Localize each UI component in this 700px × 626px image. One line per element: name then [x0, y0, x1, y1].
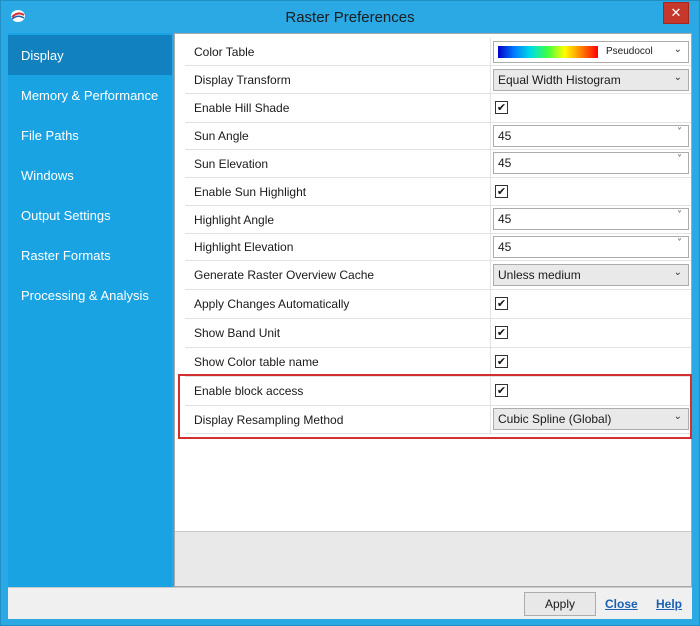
sidebar-item-label: Display [21, 47, 64, 63]
color-table-label: Color Table [194, 44, 255, 59]
row-sun-angle: Sun Angle 45 ˅ [185, 123, 691, 150]
sidebar-item-label: Memory & Performance [21, 87, 159, 103]
color-ramp-swatch [498, 46, 598, 58]
enable-sun-highlight-checkbox[interactable]: ✔ [495, 185, 508, 198]
sidebar-item-label: Raster Formats [21, 247, 111, 263]
display-transform-value: Equal Width Histogram [498, 73, 621, 87]
highlight-angle-input[interactable]: 45 ˅ [493, 208, 689, 230]
sidebar-item-processing-analysis[interactable]: Processing & Analysis [8, 275, 172, 315]
highlight-angle-value: 45 [498, 212, 512, 226]
sun-elevation-value: 45 [498, 156, 512, 170]
dialog-footer: Apply Close Help [8, 587, 692, 619]
sidebar-item-label: Processing & Analysis [21, 287, 149, 303]
row-apply-auto: Apply Changes Automatically ✔ [185, 290, 691, 319]
window-title: Raster Preferences [285, 9, 415, 26]
show-color-table-name-label: Show Color table name [194, 355, 319, 369]
spin-down-icon: ˅ [677, 127, 682, 138]
sun-angle-label: Sun Angle [194, 129, 249, 143]
sun-elevation-input[interactable]: 45 ˅ [493, 152, 689, 174]
show-band-unit-checkbox[interactable]: ✔ [495, 326, 508, 339]
sidebar-item-label: File Paths [21, 127, 79, 143]
column-divider [490, 234, 491, 260]
column-divider [490, 348, 491, 376]
settings-panel: Color Table Pseudocol ⌄ Display Transfor… [174, 33, 692, 587]
spin-down-icon: ˅ [677, 154, 682, 165]
property-grid: Color Table Pseudocol ⌄ Display Transfor… [175, 34, 691, 531]
chevron-down-icon: ⌄ [673, 267, 682, 278]
row-show-color-table-name: Show Color table name ✔ [185, 348, 691, 377]
row-display-transform: Display Transform Equal Width Histogram … [185, 66, 691, 94]
column-divider [490, 319, 491, 347]
window-close-button[interactable]: ✕ [663, 2, 689, 24]
close-link[interactable]: Close [605, 597, 638, 611]
highlight-elevation-label: Highlight Elevation [194, 240, 294, 254]
raster-preferences-window: Raster Preferences ✕ Display Memory & Pe… [0, 0, 700, 626]
show-color-table-name-checkbox[interactable]: ✔ [495, 355, 508, 368]
enable-sun-highlight-label: Enable Sun Highlight [194, 184, 307, 199]
row-enable-hill-shade: Enable Hill Shade ✔ [185, 94, 691, 123]
column-divider [490, 206, 491, 233]
description-area [175, 531, 691, 586]
help-link[interactable]: Help [656, 597, 682, 611]
close-icon: ✕ [670, 5, 682, 21]
column-divider [490, 261, 491, 289]
color-table-dropdown[interactable]: Pseudocol ⌄ [493, 41, 689, 63]
sidebar: Display Memory & Performance File Paths … [8, 33, 172, 587]
sidebar-item-label: Windows [21, 167, 74, 183]
spin-down-icon: ˅ [677, 238, 682, 249]
apply-button[interactable]: Apply [524, 592, 596, 616]
row-sun-elevation: Sun Elevation 45 ˅ [185, 150, 691, 178]
color-table-value: Pseudocol [606, 46, 653, 57]
row-highlight-angle: Highlight Angle 45 ˅ [185, 206, 691, 234]
enable-hill-shade-label: Enable Hill Shade [194, 101, 290, 115]
overview-cache-value: Unless medium [498, 268, 581, 282]
highlight-elevation-input[interactable]: 45 ˅ [493, 236, 689, 258]
column-divider [490, 150, 491, 177]
sidebar-item-memory-performance[interactable]: Memory & Performance [8, 75, 172, 115]
column-divider [490, 94, 491, 122]
row-highlight-elevation: Highlight Elevation 45 ˅ [185, 234, 691, 261]
sun-elevation-label: Sun Elevation [194, 156, 269, 171]
sidebar-item-raster-formats[interactable]: Raster Formats [8, 235, 172, 275]
row-show-band-unit: Show Band Unit ✔ [185, 319, 691, 348]
column-divider [490, 290, 491, 318]
enable-hill-shade-checkbox[interactable]: ✔ [495, 101, 508, 114]
chevron-down-icon: ⌄ [673, 44, 682, 55]
sidebar-item-file-paths[interactable]: File Paths [8, 115, 172, 155]
row-enable-sun-highlight: Enable Sun Highlight ✔ [185, 178, 691, 206]
apply-auto-checkbox[interactable]: ✔ [495, 297, 508, 310]
spin-down-icon: ˅ [677, 210, 682, 221]
sidebar-item-output-settings[interactable]: Output Settings [8, 195, 172, 235]
sidebar-item-windows[interactable]: Windows [8, 155, 172, 195]
overview-cache-dropdown[interactable]: Unless medium ⌄ [493, 264, 689, 286]
row-overview-cache: Generate Raster Overview Cache Unless me… [185, 261, 691, 290]
column-divider [490, 123, 491, 149]
sun-angle-value: 45 [498, 129, 512, 143]
column-divider [490, 66, 491, 93]
highlight-angle-label: Highlight Angle [194, 212, 275, 227]
highlight-elevation-value: 45 [498, 240, 512, 254]
show-band-unit-label: Show Band Unit [194, 326, 281, 340]
display-transform-dropdown[interactable]: Equal Width Histogram ⌄ [493, 69, 689, 91]
column-divider [490, 38, 491, 65]
chevron-down-icon: ⌄ [673, 72, 682, 83]
row-color-table: Color Table Pseudocol ⌄ [185, 38, 691, 66]
sun-angle-input[interactable]: 45 ˅ [493, 125, 689, 147]
display-transform-label: Display Transform [194, 72, 291, 87]
highlight-annotation-box [178, 374, 692, 439]
column-divider [490, 178, 491, 205]
title-bar[interactable]: Raster Preferences ✕ [1, 1, 699, 32]
overview-cache-label: Generate Raster Overview Cache [194, 268, 375, 282]
sidebar-item-display[interactable]: Display [8, 35, 172, 75]
sidebar-item-label: Output Settings [21, 207, 111, 223]
apply-auto-label: Apply Changes Automatically [194, 297, 350, 311]
